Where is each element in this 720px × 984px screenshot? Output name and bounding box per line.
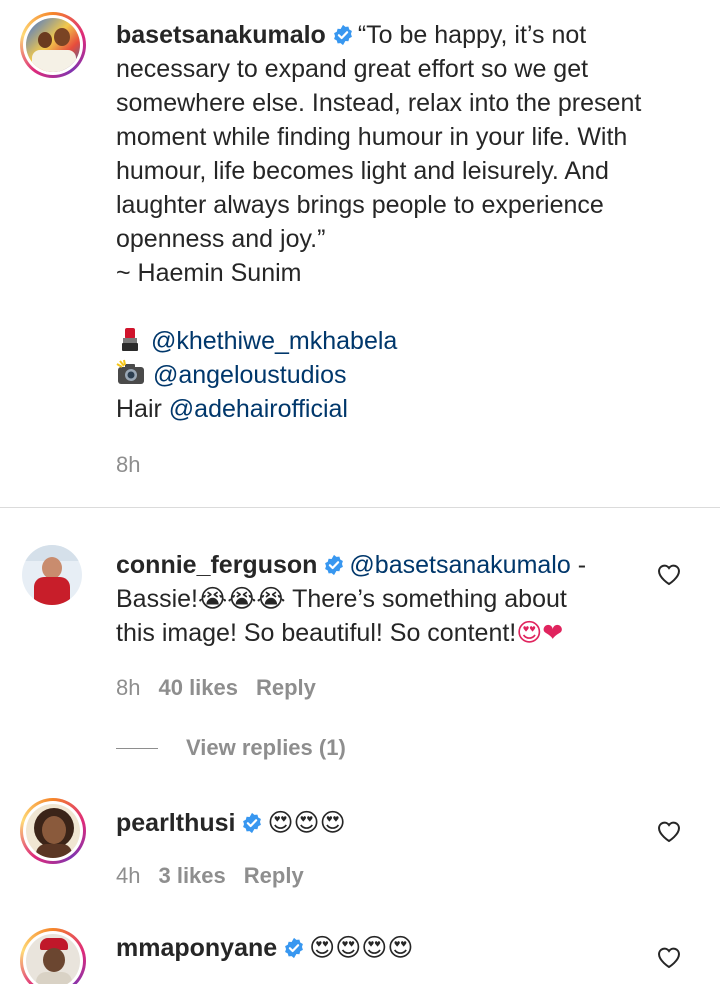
comment-username[interactable]: connie_ferguson (116, 551, 317, 579)
caption-text-line: somewhere else. Instead, relax into the … (116, 89, 642, 117)
comment-body: connie_ferguson @basetsanakumalo - Bassie… (116, 548, 586, 650)
comment-body: pearlthusi 😍😍😍 (116, 806, 346, 840)
verified-badge-icon (285, 937, 304, 959)
caption-divider (0, 507, 720, 508)
comment-emoji: 😍😍😍 (267, 808, 346, 837)
verified-badge-icon (243, 812, 262, 834)
like-heart-icon[interactable] (656, 945, 682, 969)
caption-text-line: necessary to expand great effort so we g… (116, 55, 589, 83)
camera-flash-icon (116, 359, 144, 384)
mention-link[interactable]: @khethiwe_mkhabela (151, 327, 397, 355)
comment-text: this image! So beautiful! So content! (116, 619, 517, 647)
comment-emoji: 😍😍😍😍 (309, 933, 414, 962)
comment-body: mmaponyane 😍😍😍😍 (116, 931, 413, 965)
comment-meta: 4h 3 likes Reply (116, 863, 322, 889)
comment-text: - (570, 551, 587, 579)
mention-link[interactable]: @angeloustudios (153, 361, 347, 389)
post-meta: 8h (116, 452, 158, 478)
commenter-avatar[interactable] (20, 798, 86, 864)
credit-hair-label: Hair (116, 395, 162, 423)
mention-link[interactable]: @basetsanakumalo (349, 551, 570, 579)
caption-text-line: laughter always brings people to experie… (116, 191, 604, 219)
credit-hair-line: Hair @adehairofficial (116, 392, 641, 426)
caption-text-line: ~ Haemin Sunim (116, 259, 302, 287)
caption-text-line: openness and joy.” (116, 225, 326, 253)
verified-badge-icon (325, 554, 344, 576)
view-replies-line (116, 748, 158, 749)
caption-line-1: basetsanakumalo “To be happy, it’s not (116, 18, 641, 52)
commenter-avatar[interactable] (22, 545, 82, 605)
post-username[interactable]: basetsanakumalo (116, 21, 326, 49)
comment-meta: 8h 40 likes Reply (116, 675, 334, 701)
comment-emoji: 😭😭😭 (197, 584, 286, 613)
lipstick-icon (122, 328, 138, 351)
comment-text: There’s something about (285, 585, 567, 613)
comment-likes[interactable]: 3 likes (158, 863, 225, 888)
comment-timestamp: 4h (116, 863, 141, 888)
comment-username[interactable]: pearlthusi (116, 809, 235, 837)
commenter-avatar[interactable] (20, 928, 86, 984)
reply-button[interactable]: Reply (244, 863, 304, 888)
post-author-avatar[interactable] (20, 12, 86, 78)
comment-timestamp: 8h (116, 675, 141, 700)
comment-username[interactable]: mmaponyane (116, 934, 277, 962)
like-heart-icon[interactable] (656, 562, 682, 586)
comment-likes[interactable]: 40 likes (158, 675, 238, 700)
comment-emoji: 😍❤ (516, 618, 564, 647)
post-caption: basetsanakumalo “To be happy, it’s not ne… (116, 18, 641, 426)
like-heart-icon[interactable] (656, 819, 682, 843)
caption-text-line: moment while finding humour in your life… (116, 123, 628, 151)
view-replies-button[interactable]: View replies (1) (186, 735, 346, 761)
reply-button[interactable]: Reply (256, 675, 316, 700)
caption-text-line: humour, life becomes light and leisurely… (116, 157, 609, 185)
caption-text-line: “To be happy, it’s not (357, 21, 587, 49)
credit-photo-line: @angeloustudios (116, 358, 641, 392)
comment-text: Bassie! (116, 585, 198, 613)
verified-badge-icon (333, 24, 352, 46)
post-timestamp: 8h (116, 452, 141, 477)
mention-link[interactable]: @adehairofficial (169, 395, 348, 423)
credit-makeup-line: @khethiwe_mkhabela (116, 324, 641, 358)
